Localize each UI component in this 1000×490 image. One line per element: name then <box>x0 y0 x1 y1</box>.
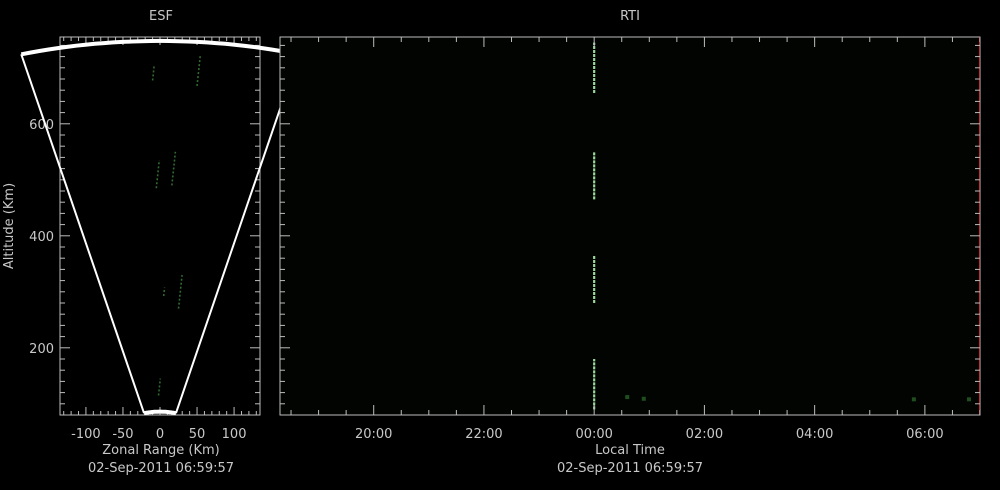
esf-beam-bottom-arc <box>143 409 177 416</box>
esf-panel: ESF -100 -50 0 50 100 200 400 600 Zonal Range (… <box>2 9 300 476</box>
rti-x-tick-label: 20:00 <box>355 427 392 442</box>
rti-x-tick-label: 02:00 <box>686 427 723 442</box>
esf-x-tick-label: 0 <box>156 427 164 442</box>
esf-footer: 02-Sep-2011 06:59:57 <box>88 461 234 476</box>
rti-footer: 02-Sep-2011 06:59:57 <box>557 461 703 476</box>
rti-weak-echo <box>625 395 630 400</box>
esf-title: ESF <box>149 9 173 24</box>
esf-y-tick-label: 200 <box>29 342 54 357</box>
esf-y-tick-label: 600 <box>29 118 54 133</box>
chart-figure: ESF -100 -50 0 50 100 200 400 600 Zonal Range (… <box>2 9 981 476</box>
esf-ylabel: Altitude (Km) <box>2 183 17 269</box>
esf-x-tick-label: 100 <box>222 427 247 442</box>
esf-x-tick-label: 50 <box>189 427 206 442</box>
rti-x-tick-label: 06:00 <box>906 427 943 442</box>
esf-x-tick-label: -100 <box>71 427 101 442</box>
esf-xlabel: Zonal Range (Km) <box>102 443 219 458</box>
rti-panel: RTI 20:00 22:00 00:00 02:00 04:00 06:00 Local… <box>279 9 981 476</box>
rti-weak-echo <box>641 396 646 401</box>
rti-weak-echo <box>911 397 916 402</box>
rti-x-tick-label: 04:00 <box>796 427 833 442</box>
esf-x-tick-label: -50 <box>112 427 133 442</box>
rti-weak-echo <box>966 397 971 402</box>
rti-x-tick-label: 22:00 <box>465 427 502 442</box>
rti-xlabel: Local Time <box>595 443 665 458</box>
rti-x-tick-label: 00:00 <box>575 427 612 442</box>
esf-y-tick-label: 400 <box>29 230 54 245</box>
rti-plot-frame <box>279 36 981 416</box>
esf-plot-frame <box>59 36 261 416</box>
rti-title: RTI <box>620 9 640 24</box>
